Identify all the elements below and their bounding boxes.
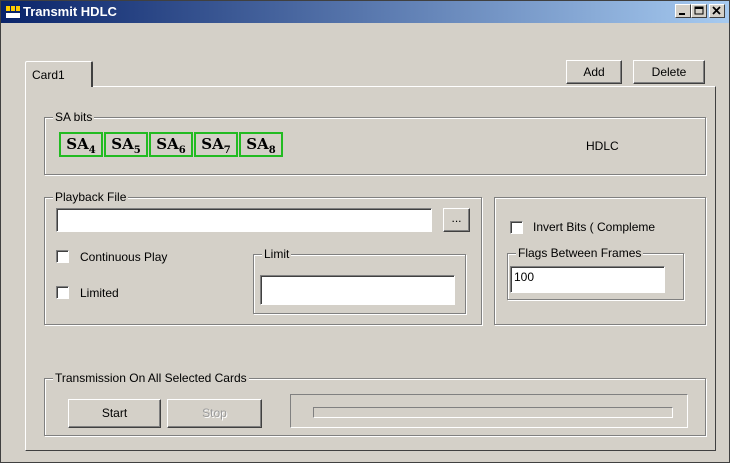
app-icon bbox=[5, 5, 21, 19]
close-button[interactable] bbox=[709, 4, 725, 18]
sa-bits-strip: SA4 SA5 SA6 SA7 SA8 bbox=[59, 132, 283, 157]
delete-button[interactable]: Delete bbox=[633, 60, 705, 84]
browse-button[interactable]: ... bbox=[443, 208, 470, 232]
transmission-legend: Transmission On All Selected Cards bbox=[53, 371, 249, 385]
transmission-progress-bar bbox=[313, 407, 673, 418]
start-button[interactable]: Start bbox=[68, 399, 161, 428]
stop-button: Stop bbox=[167, 399, 262, 428]
maximize-icon bbox=[694, 6, 704, 15]
invert-bits-label: Invert Bits ( Compleme bbox=[533, 220, 656, 234]
limit-legend: Limit bbox=[262, 247, 292, 261]
sa-bits-legend: SA bits bbox=[53, 110, 95, 124]
flags-between-frames-input[interactable]: 100 bbox=[510, 266, 665, 293]
sa4-toggle[interactable]: SA4 bbox=[59, 132, 103, 157]
playback-file-input[interactable] bbox=[56, 208, 432, 232]
hdlc-mode-label: HDLC bbox=[586, 139, 619, 153]
limited-checkbox[interactable] bbox=[56, 286, 69, 299]
add-button[interactable]: Add bbox=[566, 60, 622, 84]
playback-file-legend: Playback File bbox=[53, 190, 129, 204]
sa8-toggle[interactable]: SA8 bbox=[239, 132, 283, 157]
close-icon bbox=[712, 6, 721, 15]
flags-between-frames-legend: Flags Between Frames bbox=[516, 246, 644, 260]
sa5-toggle[interactable]: SA5 bbox=[104, 132, 148, 157]
continuous-play-checkbox[interactable] bbox=[56, 250, 69, 263]
continuous-play-label: Continuous Play bbox=[80, 250, 168, 264]
sa6-toggle[interactable]: SA6 bbox=[149, 132, 193, 157]
title-bar[interactable]: Transmit HDLC bbox=[1, 1, 729, 23]
invert-bits-checkbox[interactable] bbox=[510, 221, 523, 234]
minimize-button[interactable] bbox=[675, 4, 691, 18]
tab-label: Card1 bbox=[32, 68, 65, 82]
window-title: Transmit HDLC bbox=[23, 4, 117, 19]
tab-card1[interactable]: Card1 bbox=[25, 61, 93, 87]
sa7-toggle[interactable]: SA7 bbox=[194, 132, 238, 157]
limited-label: Limited bbox=[80, 286, 119, 300]
limit-input[interactable] bbox=[260, 275, 455, 305]
maximize-button[interactable] bbox=[691, 4, 707, 18]
transmit-hdlc-window: Transmit HDLC Card1 Add Delete SA bits S… bbox=[0, 0, 730, 463]
minimize-icon bbox=[679, 13, 685, 15]
